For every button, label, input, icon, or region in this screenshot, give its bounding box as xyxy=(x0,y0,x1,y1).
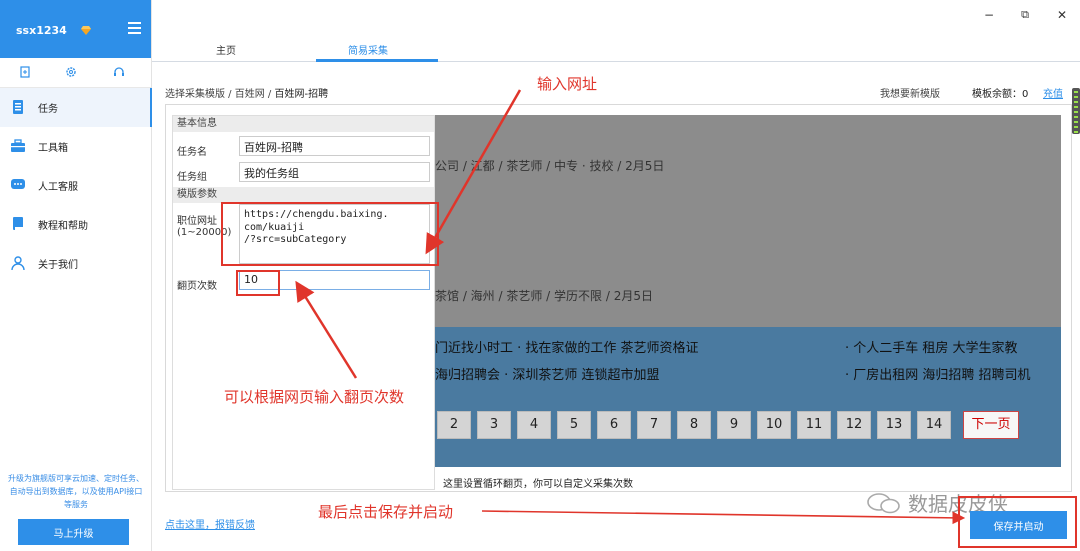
minimize-button[interactable]: − xyxy=(982,8,996,22)
url-label: 职位网址 xyxy=(177,216,217,227)
sidebar-item-label: 教程和帮助 xyxy=(38,221,88,232)
sidebar-item-tasks[interactable]: 任务 xyxy=(0,88,152,127)
task-name-label: 任务名 xyxy=(177,147,207,158)
feedback-link[interactable]: 点击这里，报错反馈 xyxy=(165,516,255,531)
diamond-vip-icon xyxy=(81,26,91,35)
preview-loop-note: 这里设置循环翻页，你可以自定义采集次数 xyxy=(443,479,633,490)
page-number-button[interactable]: 5 xyxy=(557,411,591,439)
preview-links-row: · 个人二手车 租房 大学生家教 xyxy=(845,341,1018,356)
sidebar-item-label: 关于我们 xyxy=(38,260,78,271)
breadcrumb-item-site[interactable]: 百姓网 xyxy=(235,89,265,100)
close-button[interactable]: ✕ xyxy=(1055,8,1069,22)
sidebar-item-label: 工具箱 xyxy=(38,143,68,154)
annotation-url-hint: 输入网址 xyxy=(537,75,598,93)
page-number-button[interactable]: 10 xyxy=(757,411,791,439)
page-number-button[interactable]: 14 xyxy=(917,411,951,439)
upgrade-promo-text: 升级为旗舰版可享云加速、定时任务、自动导出到数据库，以及使用API接口等服务 xyxy=(8,474,144,509)
task-list-icon xyxy=(13,100,23,114)
sidebar-item-support[interactable]: 人工客服 xyxy=(0,166,151,205)
gear-icon[interactable] xyxy=(65,66,77,78)
page-number-button[interactable]: 6 xyxy=(597,411,631,439)
user-icon xyxy=(11,256,25,270)
recharge-link[interactable]: 充值 xyxy=(1043,85,1063,100)
preview-links-row: · 厂房出租网 海归招聘 招聘司机 xyxy=(845,368,1031,383)
breadcrumb-separator: / xyxy=(264,89,275,100)
sidebar: ssx1234 任务 工具箱 人工客服 教程和帮助 关于我们 升级为旗舰版可享云… xyxy=(0,0,152,551)
breadcrumb-item-current: 百姓网-招聘 xyxy=(274,89,329,100)
page-number-button[interactable]: 13 xyxy=(877,411,911,439)
document-add-icon[interactable] xyxy=(19,66,31,78)
page-count-label: 翻页次数 xyxy=(177,281,217,292)
upgrade-button[interactable]: 马上升级 xyxy=(18,519,129,545)
template-quota: 模板余额：0 xyxy=(972,89,1029,100)
page-number-button[interactable]: 4 xyxy=(517,411,551,439)
preview-job-line: 公司 / 江都 / 茶艺师 / 中专 · 技校 / 2月5日 xyxy=(435,159,665,173)
scrollbar-handle[interactable] xyxy=(1072,88,1080,134)
preview-pagination: 2 3 4 5 6 7 8 9 10 11 12 13 14 下一页 xyxy=(437,411,1019,439)
task-group-select[interactable]: 我的任务组 xyxy=(239,162,430,182)
page-number-button[interactable]: 3 xyxy=(477,411,511,439)
page-number-button[interactable]: 11 xyxy=(797,411,831,439)
annotation-save-hint: 最后点击保存并启动 xyxy=(318,503,454,521)
task-group-label: 任务组 xyxy=(177,172,207,183)
app-window: ssx1234 任务 工具箱 人工客服 教程和帮助 关于我们 升级为旗舰版可享云… xyxy=(0,0,1080,551)
next-page-button[interactable]: 下一页 xyxy=(963,411,1019,439)
preview-links-row: 门近找小时工 · 找在家做的工作 茶艺师资格证 xyxy=(435,341,699,356)
breadcrumb-item-select-template[interactable]: 选择采集模版 xyxy=(165,89,225,100)
active-tab-indicator xyxy=(316,59,438,62)
headset-icon[interactable] xyxy=(113,66,125,78)
section-template-params: 模版参数 xyxy=(173,187,434,203)
wechat-logo-icon xyxy=(867,493,900,514)
sidebar-toolbar xyxy=(0,58,151,88)
task-name-input[interactable]: 百姓网-招聘 xyxy=(239,136,430,156)
preview-links-band: 门近找小时工 · 找在家做的工作 茶艺师资格证 · 个人二手车 租房 大学生家教… xyxy=(435,327,1061,467)
tab-home[interactable]: 主页 xyxy=(216,42,236,57)
section-basic-info: 基本信息 xyxy=(173,116,434,132)
tab-easy-collect[interactable]: 简易采集 xyxy=(348,42,388,57)
preview-job-line: 茶馆 / 海州 / 茶艺师 / 学历不限 / 2月5日 xyxy=(435,289,653,303)
sidebar-item-about[interactable]: 关于我们 xyxy=(0,244,151,283)
book-icon xyxy=(13,217,23,230)
preview-links-row: 海归招聘会 · 深圳茶艺师 连锁超市加盟 xyxy=(435,368,660,383)
sidebar-item-toolbox[interactable]: 工具箱 xyxy=(0,127,151,166)
page-number-button[interactable]: 8 xyxy=(677,411,711,439)
page-number-button[interactable]: 7 xyxy=(637,411,671,439)
breadcrumb-separator: / xyxy=(225,89,235,100)
breadcrumb: 选择采集模版 / 百姓网 / 百姓网-招聘 xyxy=(165,85,328,100)
page-number-button[interactable]: 12 xyxy=(837,411,871,439)
sidebar-item-label: 人工客服 xyxy=(38,182,78,193)
menu-icon[interactable] xyxy=(128,22,141,34)
sidebar-item-help[interactable]: 教程和帮助 xyxy=(0,205,151,244)
toolbox-icon xyxy=(11,139,25,152)
url-textarea[interactable]: https://chengdu.baixing. com/kuaiji /?sr… xyxy=(239,204,430,264)
top-bar: 主页 简易采集 − ⧉ ✕ xyxy=(152,0,1080,62)
url-range-label: (1~20000) xyxy=(177,227,232,238)
restore-button[interactable]: ⧉ xyxy=(1018,8,1032,22)
page-number-button[interactable]: 2 xyxy=(437,411,471,439)
webpage-preview: 公司 / 江都 / 茶艺师 / 中专 · 技校 / 2月5日 茶馆 / 海州 /… xyxy=(435,115,1061,491)
username: ssx1234 xyxy=(16,24,67,37)
page-number-button[interactable]: 9 xyxy=(717,411,751,439)
template-form: 基本信息 模版参数 任务名 百姓网-招聘 任务组 我的任务组 职位网址 (1~2… xyxy=(172,115,435,490)
request-template-link[interactable]: 我想要新模版 xyxy=(880,85,940,100)
chat-bubble-icon xyxy=(11,179,25,189)
sidebar-header: ssx1234 xyxy=(0,0,151,58)
page-count-input[interactable]: 10 xyxy=(239,270,430,290)
save-and-start-button[interactable]: 保存并启动 xyxy=(970,511,1067,539)
annotation-page-count-hint: 可以根据网页输入翻页次数 xyxy=(224,388,405,406)
sidebar-item-label: 任务 xyxy=(38,104,58,115)
